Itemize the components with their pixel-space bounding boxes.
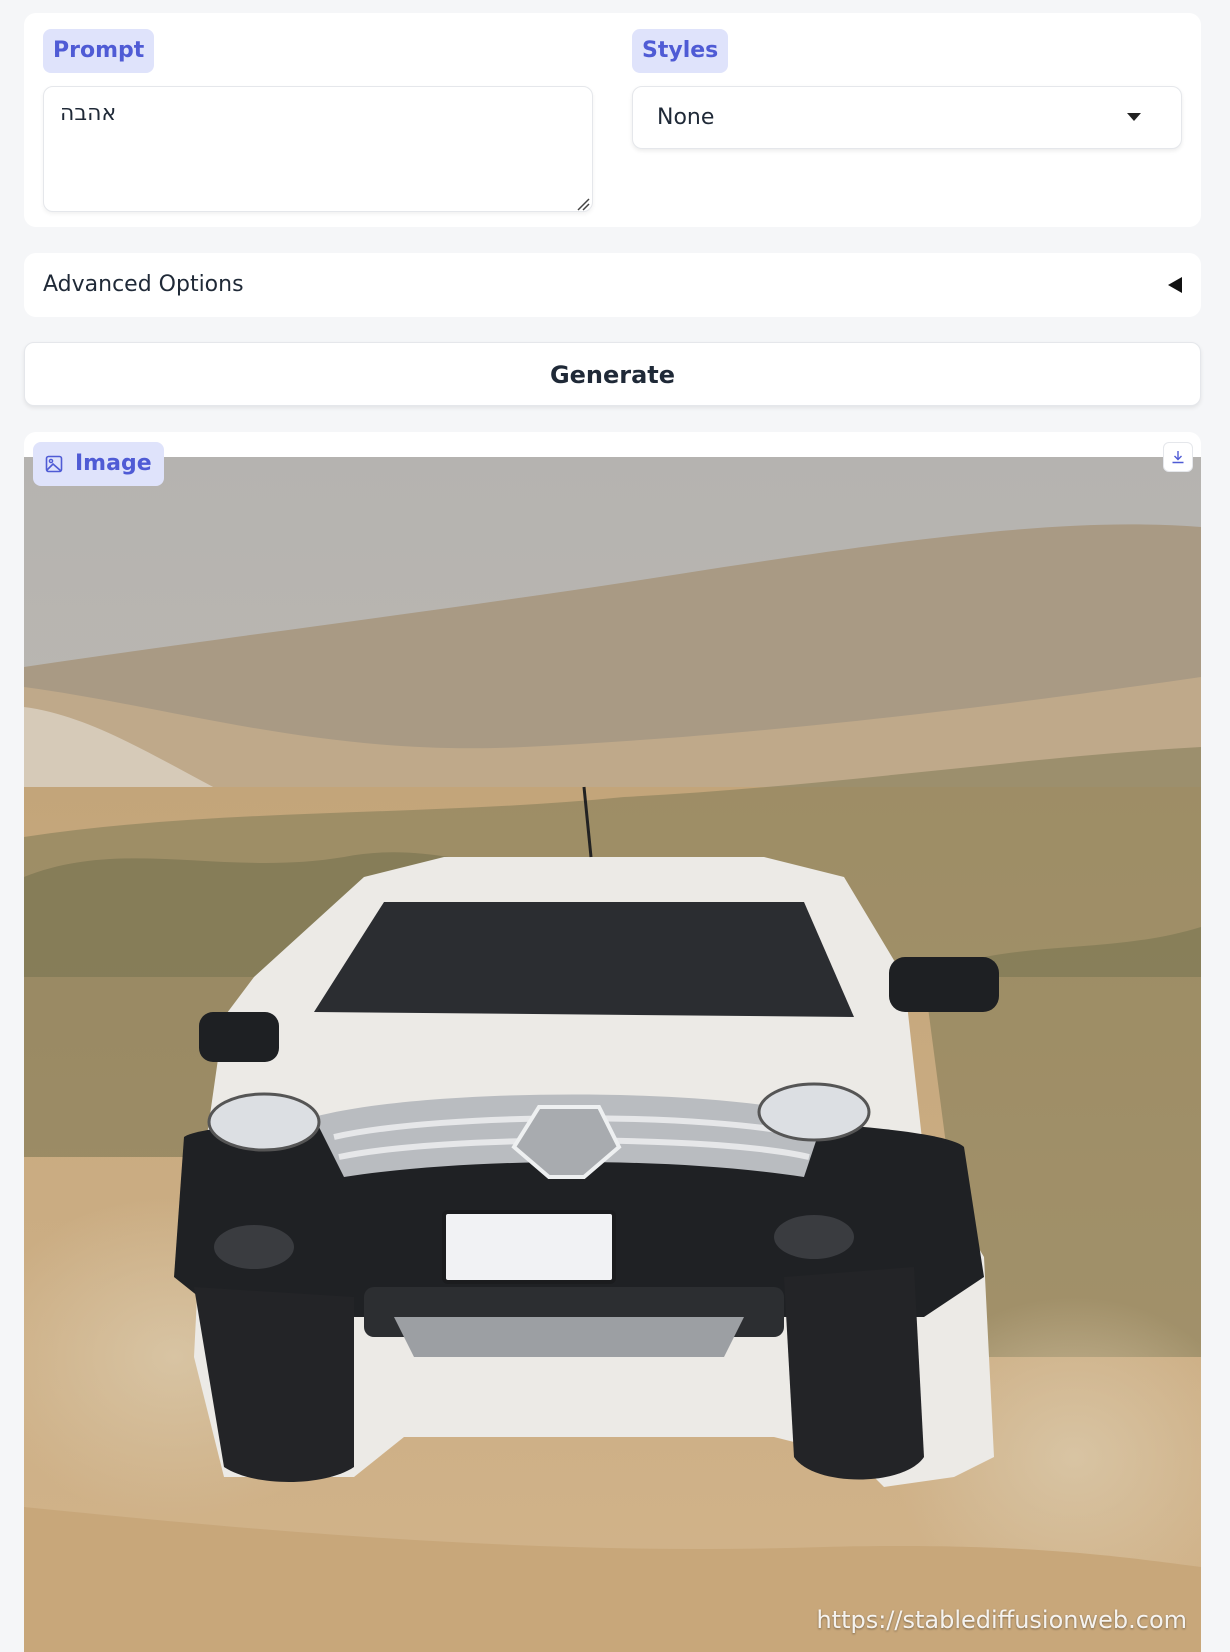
image-label: Image (33, 442, 164, 486)
styles-dropdown[interactable]: None (632, 86, 1182, 149)
resize-handle-icon[interactable] (576, 197, 590, 211)
styles-label: Styles (632, 29, 729, 73)
advanced-options-accordion[interactable]: Advanced Options (24, 253, 1201, 317)
generated-image: https://stablediffusionweb.com (24, 457, 1201, 1652)
image-icon (45, 455, 63, 473)
prompt-label: Prompt (43, 29, 155, 73)
download-button[interactable] (1163, 442, 1193, 472)
prompt-styles-panel: Prompt אהבה Styles None (24, 13, 1201, 227)
watermark-text: https://stablediffusionweb.com (816, 1606, 1187, 1634)
generate-button[interactable]: Generate (24, 342, 1201, 406)
chevron-down-icon (1127, 113, 1141, 121)
output-image-panel: Image https://stablediffusionweb.com (24, 432, 1201, 1652)
download-icon (1172, 451, 1184, 464)
styles-selected-value: None (657, 105, 715, 130)
prompt-input[interactable]: אהבה (43, 86, 593, 212)
generated-image-picture (24, 457, 1201, 1652)
advanced-options-label: Advanced Options (43, 272, 244, 297)
image-label-text: Image (75, 451, 152, 476)
collapse-arrow-icon[interactable] (1168, 277, 1182, 293)
